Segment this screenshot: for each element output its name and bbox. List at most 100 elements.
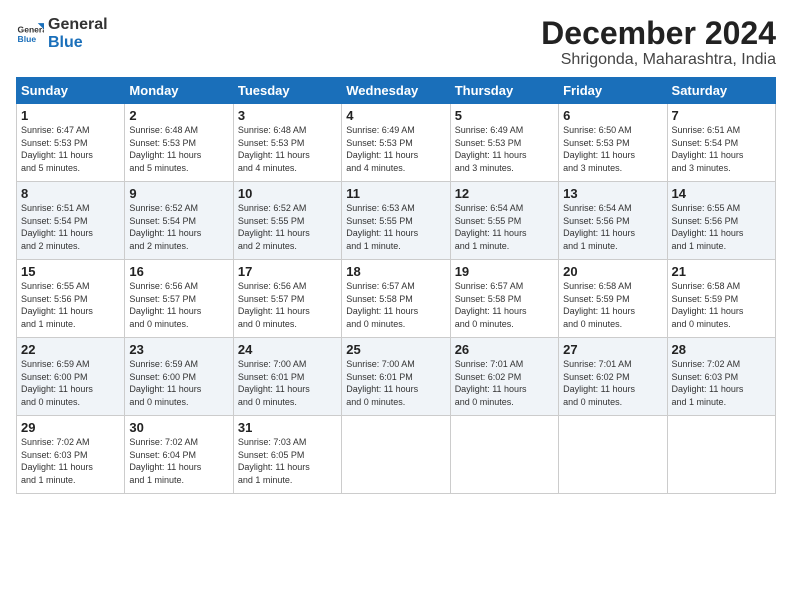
- calendar-cell: [559, 416, 667, 494]
- day-number: 27: [563, 342, 662, 357]
- calendar-cell: 19Sunrise: 6:57 AMSunset: 5:58 PMDayligh…: [450, 260, 558, 338]
- day-detail: Sunrise: 7:02 AMSunset: 6:04 PMDaylight:…: [129, 436, 228, 486]
- day-number: 28: [672, 342, 771, 357]
- day-number: 3: [238, 108, 337, 123]
- logo: General Blue General Blue: [16, 16, 108, 51]
- day-number: 18: [346, 264, 445, 279]
- day-number: 29: [21, 420, 120, 435]
- day-detail: Sunrise: 6:49 AMSunset: 5:53 PMDaylight:…: [455, 124, 554, 174]
- logo-general: General: [48, 16, 108, 34]
- calendar-cell: 9Sunrise: 6:52 AMSunset: 5:54 PMDaylight…: [125, 182, 233, 260]
- day-detail: Sunrise: 6:56 AMSunset: 5:57 PMDaylight:…: [238, 280, 337, 330]
- day-number: 6: [563, 108, 662, 123]
- calendar-cell: 1Sunrise: 6:47 AMSunset: 5:53 PMDaylight…: [17, 104, 125, 182]
- day-detail: Sunrise: 6:47 AMSunset: 5:53 PMDaylight:…: [21, 124, 120, 174]
- day-number: 15: [21, 264, 120, 279]
- calendar-cell: 16Sunrise: 6:56 AMSunset: 5:57 PMDayligh…: [125, 260, 233, 338]
- day-number: 19: [455, 264, 554, 279]
- calendar-cell: [667, 416, 775, 494]
- calendar-cell: [342, 416, 450, 494]
- calendar-cell: 22Sunrise: 6:59 AMSunset: 6:00 PMDayligh…: [17, 338, 125, 416]
- day-number: 30: [129, 420, 228, 435]
- day-number: 11: [346, 186, 445, 201]
- day-detail: Sunrise: 6:54 AMSunset: 5:56 PMDaylight:…: [563, 202, 662, 252]
- day-number: 1: [21, 108, 120, 123]
- calendar-table: SundayMondayTuesdayWednesdayThursdayFrid…: [16, 77, 776, 494]
- day-detail: Sunrise: 6:51 AMSunset: 5:54 PMDaylight:…: [21, 202, 120, 252]
- day-number: 10: [238, 186, 337, 201]
- col-header-friday: Friday: [559, 78, 667, 104]
- header: General Blue General Blue December 2024 …: [16, 16, 776, 69]
- calendar-cell: 21Sunrise: 6:58 AMSunset: 5:59 PMDayligh…: [667, 260, 775, 338]
- day-detail: Sunrise: 7:00 AMSunset: 6:01 PMDaylight:…: [346, 358, 445, 408]
- col-header-tuesday: Tuesday: [233, 78, 341, 104]
- calendar-cell: 31Sunrise: 7:03 AMSunset: 6:05 PMDayligh…: [233, 416, 341, 494]
- day-detail: Sunrise: 7:01 AMSunset: 6:02 PMDaylight:…: [563, 358, 662, 408]
- day-number: 20: [563, 264, 662, 279]
- day-detail: Sunrise: 6:57 AMSunset: 5:58 PMDaylight:…: [346, 280, 445, 330]
- day-detail: Sunrise: 6:51 AMSunset: 5:54 PMDaylight:…: [672, 124, 771, 174]
- col-header-thursday: Thursday: [450, 78, 558, 104]
- calendar-cell: 12Sunrise: 6:54 AMSunset: 5:55 PMDayligh…: [450, 182, 558, 260]
- day-number: 2: [129, 108, 228, 123]
- day-detail: Sunrise: 6:48 AMSunset: 5:53 PMDaylight:…: [238, 124, 337, 174]
- calendar-cell: 8Sunrise: 6:51 AMSunset: 5:54 PMDaylight…: [17, 182, 125, 260]
- day-number: 8: [21, 186, 120, 201]
- day-number: 4: [346, 108, 445, 123]
- calendar-cell: [450, 416, 558, 494]
- col-header-monday: Monday: [125, 78, 233, 104]
- day-detail: Sunrise: 6:56 AMSunset: 5:57 PMDaylight:…: [129, 280, 228, 330]
- svg-text:General: General: [18, 24, 44, 34]
- calendar-cell: 13Sunrise: 6:54 AMSunset: 5:56 PMDayligh…: [559, 182, 667, 260]
- calendar-cell: 10Sunrise: 6:52 AMSunset: 5:55 PMDayligh…: [233, 182, 341, 260]
- day-detail: Sunrise: 6:52 AMSunset: 5:54 PMDaylight:…: [129, 202, 228, 252]
- calendar-cell: 4Sunrise: 6:49 AMSunset: 5:53 PMDaylight…: [342, 104, 450, 182]
- day-detail: Sunrise: 6:57 AMSunset: 5:58 PMDaylight:…: [455, 280, 554, 330]
- calendar-cell: 27Sunrise: 7:01 AMSunset: 6:02 PMDayligh…: [559, 338, 667, 416]
- calendar-cell: 7Sunrise: 6:51 AMSunset: 5:54 PMDaylight…: [667, 104, 775, 182]
- day-number: 31: [238, 420, 337, 435]
- day-number: 26: [455, 342, 554, 357]
- day-detail: Sunrise: 7:01 AMSunset: 6:02 PMDaylight:…: [455, 358, 554, 408]
- calendar-cell: 29Sunrise: 7:02 AMSunset: 6:03 PMDayligh…: [17, 416, 125, 494]
- day-detail: Sunrise: 6:48 AMSunset: 5:53 PMDaylight:…: [129, 124, 228, 174]
- calendar-cell: 30Sunrise: 7:02 AMSunset: 6:04 PMDayligh…: [125, 416, 233, 494]
- day-number: 13: [563, 186, 662, 201]
- day-number: 24: [238, 342, 337, 357]
- col-header-saturday: Saturday: [667, 78, 775, 104]
- day-detail: Sunrise: 6:50 AMSunset: 5:53 PMDaylight:…: [563, 124, 662, 174]
- calendar-cell: 23Sunrise: 6:59 AMSunset: 6:00 PMDayligh…: [125, 338, 233, 416]
- day-detail: Sunrise: 7:02 AMSunset: 6:03 PMDaylight:…: [21, 436, 120, 486]
- day-detail: Sunrise: 6:54 AMSunset: 5:55 PMDaylight:…: [455, 202, 554, 252]
- calendar-cell: 6Sunrise: 6:50 AMSunset: 5:53 PMDaylight…: [559, 104, 667, 182]
- calendar-cell: 20Sunrise: 6:58 AMSunset: 5:59 PMDayligh…: [559, 260, 667, 338]
- calendar-cell: 2Sunrise: 6:48 AMSunset: 5:53 PMDaylight…: [125, 104, 233, 182]
- calendar-cell: 25Sunrise: 7:00 AMSunset: 6:01 PMDayligh…: [342, 338, 450, 416]
- day-number: 25: [346, 342, 445, 357]
- calendar-cell: 24Sunrise: 7:00 AMSunset: 6:01 PMDayligh…: [233, 338, 341, 416]
- day-number: 5: [455, 108, 554, 123]
- month-title: December 2024: [541, 16, 776, 51]
- logo-icon: General Blue: [16, 20, 44, 48]
- day-number: 22: [21, 342, 120, 357]
- day-number: 14: [672, 186, 771, 201]
- calendar-cell: 3Sunrise: 6:48 AMSunset: 5:53 PMDaylight…: [233, 104, 341, 182]
- svg-text:Blue: Blue: [18, 33, 37, 43]
- day-detail: Sunrise: 7:00 AMSunset: 6:01 PMDaylight:…: [238, 358, 337, 408]
- day-number: 12: [455, 186, 554, 201]
- calendar-cell: 14Sunrise: 6:55 AMSunset: 5:56 PMDayligh…: [667, 182, 775, 260]
- col-header-sunday: Sunday: [17, 78, 125, 104]
- day-number: 7: [672, 108, 771, 123]
- day-number: 17: [238, 264, 337, 279]
- calendar-cell: 26Sunrise: 7:01 AMSunset: 6:02 PMDayligh…: [450, 338, 558, 416]
- day-detail: Sunrise: 7:03 AMSunset: 6:05 PMDaylight:…: [238, 436, 337, 486]
- calendar-page: General Blue General Blue December 2024 …: [0, 0, 792, 504]
- title-block: December 2024 Shrigonda, Maharashtra, In…: [541, 16, 776, 69]
- calendar-cell: 28Sunrise: 7:02 AMSunset: 6:03 PMDayligh…: [667, 338, 775, 416]
- col-header-wednesday: Wednesday: [342, 78, 450, 104]
- calendar-cell: 15Sunrise: 6:55 AMSunset: 5:56 PMDayligh…: [17, 260, 125, 338]
- day-number: 21: [672, 264, 771, 279]
- logo-blue: Blue: [48, 34, 108, 52]
- day-detail: Sunrise: 6:59 AMSunset: 6:00 PMDaylight:…: [21, 358, 120, 408]
- day-detail: Sunrise: 6:55 AMSunset: 5:56 PMDaylight:…: [672, 202, 771, 252]
